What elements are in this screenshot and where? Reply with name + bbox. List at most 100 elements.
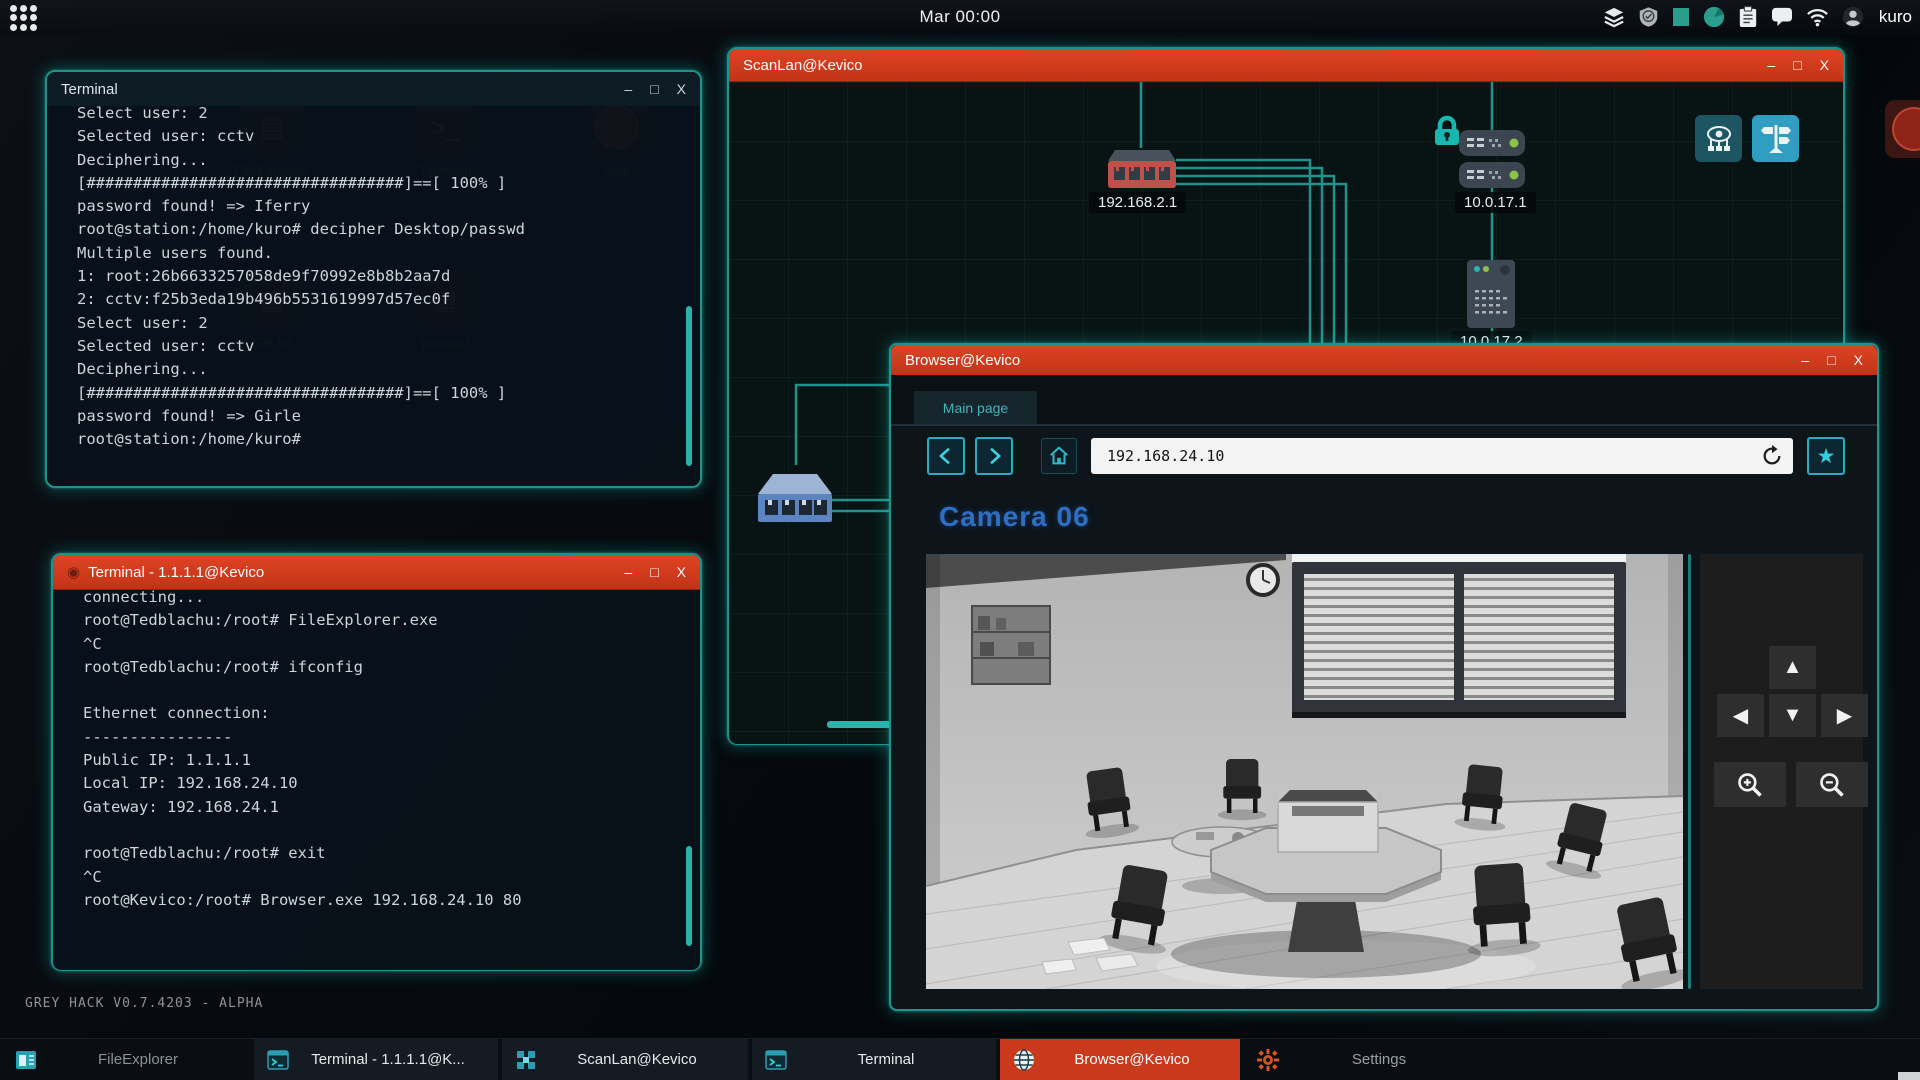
terminal-line: [##################################]==[ … xyxy=(77,172,674,195)
terminal-scrollbar[interactable] xyxy=(686,846,692,946)
terminal-line: ^C xyxy=(83,866,674,889)
user-avatar-icon[interactable] xyxy=(1842,6,1864,28)
minimize-button[interactable]: – xyxy=(624,565,632,579)
forward-button[interactable] xyxy=(975,437,1013,475)
zoom-in-button[interactable] xyxy=(1714,762,1786,807)
terminal-line: Ethernet connection: xyxy=(83,702,674,725)
top-bar: Mar 00:00 xyxy=(0,0,1920,34)
network-eye-icon xyxy=(1703,123,1735,155)
terminal-line: root@station:/home/kuro# decipher Deskto… xyxy=(77,218,674,241)
chat-icon[interactable] xyxy=(1771,7,1793,27)
close-button[interactable]: X xyxy=(677,82,686,96)
taskbar-item-browser[interactable]: Browser@Kevico xyxy=(1000,1039,1240,1080)
camera-down-button[interactable]: ▼ xyxy=(1769,694,1816,737)
taskbar-item-settings[interactable]: Settings xyxy=(1244,1039,1490,1080)
home-button[interactable] xyxy=(1041,438,1077,474)
terminal-line: root@station:/home/kuro# xyxy=(77,428,674,451)
wifi-icon[interactable] xyxy=(1806,7,1829,27)
shield-check-icon[interactable] xyxy=(1638,6,1659,28)
terminal-icon xyxy=(764,1048,788,1072)
maximize-button[interactable]: □ xyxy=(650,565,658,579)
terminal-icon xyxy=(266,1048,290,1072)
remote-terminal-titlebar[interactable]: ◉ Terminal - 1.1.1.1@Kevico – □ X xyxy=(53,555,700,590)
node-router[interactable] xyxy=(1108,148,1176,197)
taskbar-item-fileexplorer[interactable]: FileExplorer xyxy=(2,1039,250,1080)
camera-feed xyxy=(926,554,1683,989)
bookmark-button[interactable]: ★ xyxy=(1807,437,1845,475)
username-label[interactable]: kuro xyxy=(1879,7,1912,27)
taskbar-item-terminal[interactable]: Terminal xyxy=(752,1039,996,1080)
maximize-button[interactable]: □ xyxy=(1793,58,1801,72)
gateway-icon xyxy=(1459,130,1525,188)
minimize-button[interactable]: – xyxy=(1767,58,1775,72)
close-button[interactable]: X xyxy=(677,565,686,579)
server-icon xyxy=(1467,260,1515,328)
maximize-button[interactable]: □ xyxy=(1827,353,1835,367)
camera-right-button[interactable]: ▶ xyxy=(1821,694,1868,737)
taskbar-item-scanlan[interactable]: ScanLan@Kevico xyxy=(502,1039,748,1080)
terminal-output[interactable]: Select user: 2Selected user: cctvDeciphe… xyxy=(47,106,700,486)
terminal-line: root@Kevico:/root# Browser.exe 192.168.2… xyxy=(83,889,674,912)
refresh-icon[interactable] xyxy=(1761,445,1783,467)
camera-page-title: Camera 06 xyxy=(939,501,1090,533)
router-icon xyxy=(1108,148,1176,192)
terminal-line: Selected user: cctv xyxy=(77,125,674,148)
url-input[interactable] xyxy=(1105,446,1761,466)
zoom-out-button[interactable] xyxy=(1796,762,1868,807)
terminal-line: password found! => Girle xyxy=(77,405,674,428)
browser-titlebar[interactable]: Browser@Kevico – □ X xyxy=(891,345,1877,376)
clipboard-icon[interactable] xyxy=(1738,6,1758,28)
lock-icon xyxy=(1433,115,1461,152)
url-bar[interactable] xyxy=(1091,438,1793,474)
taskbar-label: Browser@Kevico xyxy=(1036,1051,1240,1068)
camera-left-button[interactable]: ◀ xyxy=(1717,694,1764,737)
maximize-button[interactable]: □ xyxy=(650,82,658,96)
close-button[interactable]: X xyxy=(1820,58,1829,72)
minimize-button[interactable]: – xyxy=(1801,353,1809,367)
page-scrollbar[interactable] xyxy=(1688,554,1691,989)
terminal-line: root@Tedblachu:/root# FileExplorer.exe xyxy=(83,609,674,632)
camera-controls-panel: ▲ ◀ ▼ ▶ xyxy=(1700,554,1863,989)
terminal-titlebar[interactable]: Terminal – □ X xyxy=(47,72,700,106)
terminal-window[interactable]: Terminal – □ X Select user: 2Selected us… xyxy=(45,70,702,488)
layers-icon[interactable] xyxy=(1603,6,1625,28)
camera-up-button[interactable]: ▲ xyxy=(1769,646,1816,689)
desktop-screen: ▤ FileExplorer >_ Terminal Map ▦ Gift.tx… xyxy=(0,0,1920,1080)
chevron-left-icon xyxy=(935,445,957,467)
magnifier-plus-icon xyxy=(1736,771,1764,799)
taskbar-item-remote-terminal[interactable]: Terminal - 1.1.1.1@K... xyxy=(254,1039,498,1080)
scanlan-titlebar[interactable]: ScanLan@Kevico – □ X xyxy=(729,49,1843,82)
resource-pie-icon[interactable] xyxy=(1703,6,1725,28)
desktop-icon-partial[interactable] xyxy=(1872,100,1920,158)
route-tool-button[interactable] xyxy=(1752,115,1799,162)
node-gateway[interactable] xyxy=(1459,130,1525,193)
window-title: Terminal xyxy=(61,81,118,98)
home-icon xyxy=(1048,445,1070,467)
terminal-scrollbar[interactable] xyxy=(686,306,692,466)
node-server[interactable] xyxy=(1467,260,1515,333)
switch-icon xyxy=(758,468,832,528)
node-label-router: 192.168.2.1 xyxy=(1089,192,1186,213)
app-launcher-icon[interactable] xyxy=(10,5,38,31)
remote-terminal-window[interactable]: ◉ Terminal - 1.1.1.1@Kevico – □ X connec… xyxy=(51,553,702,971)
terminal-line: connecting... xyxy=(83,590,674,609)
browser-navbar: ★ xyxy=(891,426,1877,486)
node-switch[interactable] xyxy=(758,468,832,533)
browser-tab[interactable]: Main page xyxy=(914,391,1037,424)
minimize-button[interactable]: – xyxy=(624,82,632,96)
back-button[interactable] xyxy=(927,437,965,475)
terminal-app-icon: ◉ xyxy=(67,565,80,580)
terminal-line: 2: cctv:f25b3eda19b496b5531619997d57ec0f xyxy=(77,288,674,311)
browser-window[interactable]: Browser@Kevico – □ X Main page xyxy=(889,343,1879,1011)
terminal-line: ^C xyxy=(83,633,674,656)
terminal-line xyxy=(83,819,674,842)
status-square-icon[interactable] xyxy=(1672,7,1690,27)
system-tray: kuro xyxy=(1603,0,1912,34)
close-button[interactable]: X xyxy=(1854,353,1863,367)
camera-scene xyxy=(926,554,1683,989)
map-icon xyxy=(1885,100,1920,158)
window-title: Terminal - 1.1.1.1@Kevico xyxy=(88,564,264,581)
terminal-output[interactable]: connecting...root@Tedblachu:/root# FileE… xyxy=(53,590,700,970)
terminal-line: ---------------- xyxy=(83,726,674,749)
scan-tool-button[interactable] xyxy=(1695,115,1742,162)
